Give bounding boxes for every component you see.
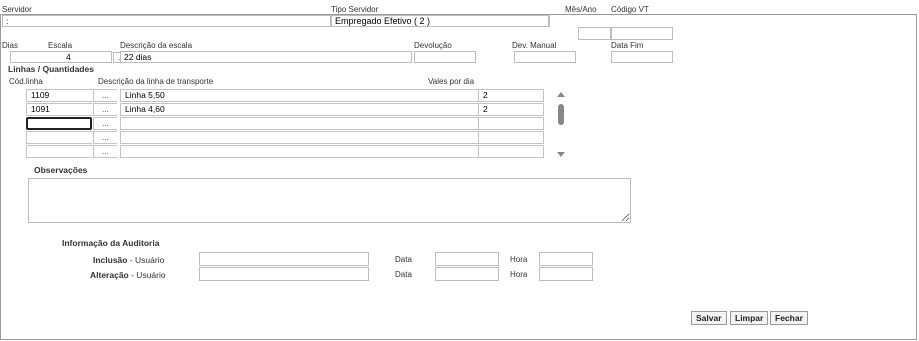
data-fim-label: Data Fim: [611, 41, 644, 50]
alteracao-label-rest: - Usuário: [128, 270, 166, 280]
alteracao-hora-field[interactable]: [539, 267, 593, 281]
cod-linha-cell[interactable]: [26, 117, 92, 130]
scroll-up-icon[interactable]: [557, 92, 565, 97]
col-descricao-linha: Descrição da linha de transporte: [98, 77, 214, 86]
servidor-label: Servidor: [2, 5, 32, 14]
col-cod-linha: Cód.linha: [9, 77, 43, 86]
descricao-linha-cell[interactable]: [120, 117, 478, 130]
linha-lookup-button[interactable]: ...: [93, 131, 117, 144]
cod-linha-cell[interactable]: 1109: [26, 89, 92, 102]
descricao-linha-cell[interactable]: [120, 131, 478, 144]
dias-field[interactable]: [10, 51, 70, 63]
vales-cell[interactable]: 2: [478, 103, 544, 116]
inclusao-data-field[interactable]: [435, 252, 499, 266]
limpar-button[interactable]: Limpar: [730, 311, 769, 325]
inclusao-label-rest: - Usuário: [127, 255, 165, 265]
salvar-button[interactable]: Salvar: [691, 311, 727, 325]
linha-lookup-button[interactable]: ...: [93, 89, 117, 102]
alteracao-usuario-field[interactable]: [199, 267, 369, 281]
dev-manual-field[interactable]: [514, 51, 576, 63]
alteracao-label-bold: Alteração: [90, 270, 129, 280]
scroll-down-icon[interactable]: [557, 152, 565, 157]
servidor-field[interactable]: :: [2, 15, 331, 27]
vales-cell[interactable]: [478, 117, 544, 130]
dev-manual-label: Dev. Manual: [512, 41, 557, 50]
tipo-servidor-field-end: [549, 15, 550, 27]
linhas-scrollbar[interactable]: [556, 89, 566, 161]
cod-linha-cell[interactable]: [26, 131, 92, 144]
alteracao-data-field[interactable]: [435, 267, 499, 281]
scroll-thumb[interactable]: [558, 104, 564, 125]
inclusao-usuario-field[interactable]: [199, 252, 369, 266]
observacoes-label: Observações: [34, 165, 88, 175]
linha-lookup-button[interactable]: ...: [93, 145, 117, 158]
inclusao-label-bold: Inclusão: [93, 255, 128, 265]
alteracao-data-label: Data: [395, 270, 412, 279]
tipo-servidor-label: Tipo Servidor: [331, 5, 379, 14]
vales-cell[interactable]: [478, 145, 544, 158]
alteracao-label: Alteração - Usuário: [90, 270, 166, 280]
auditoria-title: Informação da Auditoria: [62, 238, 160, 248]
alteracao-hora-label: Hora: [510, 270, 528, 279]
inclusao-hora-label: Hora: [510, 255, 528, 264]
codigo-vt-field[interactable]: [611, 27, 673, 40]
linhas-title: Linhas / Quantidades: [8, 64, 94, 74]
descricao-escala-field[interactable]: 22 dias: [120, 51, 412, 63]
linha-lookup-button[interactable]: ...: [93, 103, 117, 116]
col-vales-por-dia: Vales por dia: [428, 77, 475, 86]
data-fim-field[interactable]: [611, 51, 673, 63]
mes-ano-label: Mês/Ano: [565, 5, 597, 14]
inclusao-hora-field[interactable]: [539, 252, 593, 266]
observacoes-textarea[interactable]: [28, 178, 631, 223]
fechar-button[interactable]: Fechar: [770, 311, 808, 325]
dias-label: Dias: [2, 41, 19, 50]
descricao-linha-cell[interactable]: Linha 4,60: [120, 103, 478, 116]
escala-field[interactable]: 4: [62, 51, 112, 63]
cod-linha-cell[interactable]: [26, 145, 92, 158]
vales-cell[interactable]: [478, 131, 544, 144]
vales-cell[interactable]: 2: [478, 89, 544, 102]
mes-ano-field[interactable]: [578, 27, 611, 40]
descricao-linha-cell[interactable]: [120, 145, 478, 158]
codigo-vt-label: Código VT: [611, 5, 649, 14]
inclusao-label: Inclusão - Usuário: [93, 255, 164, 265]
escala-label: Escala: [48, 41, 73, 50]
linha-lookup-button[interactable]: ...: [93, 117, 117, 130]
tipo-servidor-field[interactable]: Empregado Efetivo ( 2 ): [331, 15, 549, 27]
devolucao-label: Devolução: [414, 41, 452, 50]
descricao-linha-cell[interactable]: Linha 5,50: [120, 89, 478, 102]
inclusao-data-label: Data: [395, 255, 412, 264]
cod-linha-cell[interactable]: 1091: [26, 103, 92, 116]
descricao-escala-label: Descrição da escala: [120, 41, 193, 50]
devolucao-field[interactable]: [414, 51, 476, 63]
